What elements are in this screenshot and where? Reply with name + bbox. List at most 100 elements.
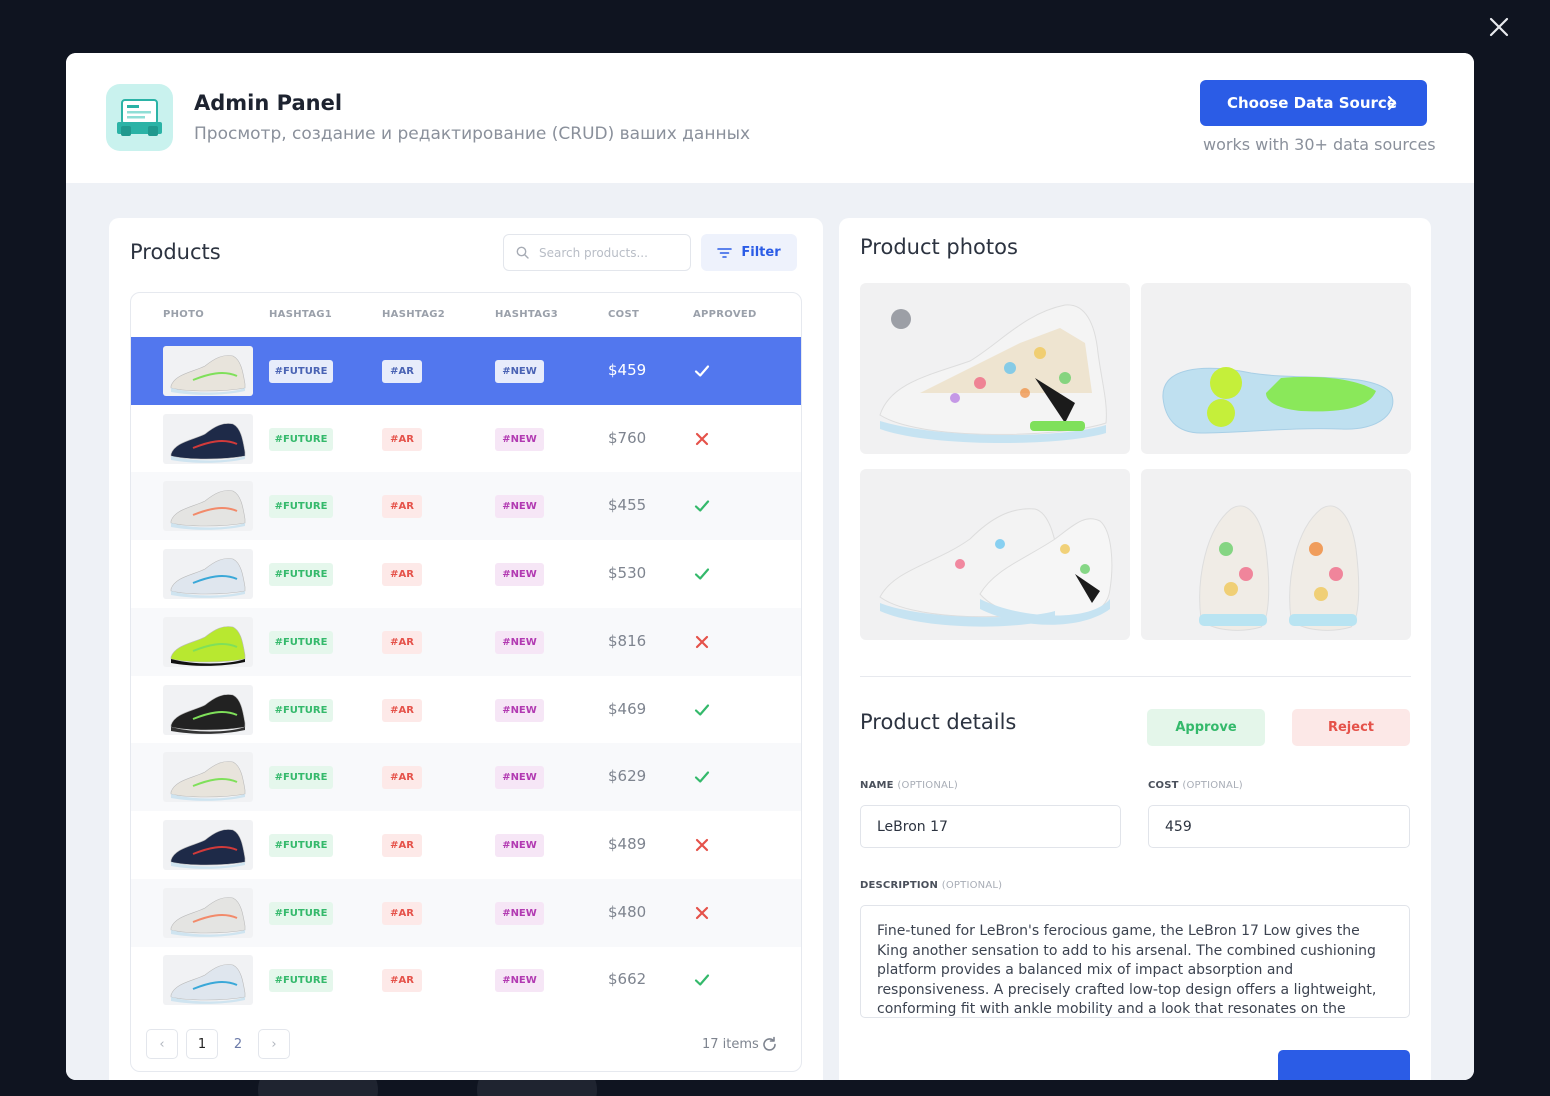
- product-thumbnail[interactable]: [163, 481, 253, 532]
- product-thumbnail[interactable]: [163, 346, 253, 396]
- product-photos-card: Product photos Product details Approve R…: [839, 218, 1431, 1080]
- filter-button[interactable]: Filter: [701, 234, 797, 271]
- description-textarea[interactable]: Fine-tuned for LeBron's ferocious game, …: [860, 905, 1410, 1018]
- product-thumbnail[interactable]: [163, 413, 253, 464]
- products-title: Products: [130, 240, 221, 264]
- search-box[interactable]: [503, 234, 691, 271]
- products-card: Products Filter PHOTO HASHTAG1 HASHTAG2 …: [109, 218, 823, 1080]
- column-header-photo[interactable]: PHOTO: [163, 309, 204, 320]
- admin-panel-modal: Admin Panel Просмотр, создание и редакти…: [66, 53, 1474, 1080]
- cost-cell: $455: [608, 496, 647, 515]
- save-button[interactable]: [1278, 1050, 1410, 1080]
- cost-field-label: COST (OPTIONAL): [1148, 780, 1243, 791]
- data-source-note: works with 30+ data sources: [1203, 135, 1436, 154]
- prev-page-button[interactable]: ‹: [146, 1029, 178, 1059]
- check-icon: [693, 362, 711, 380]
- page-1-button[interactable]: 1: [186, 1029, 218, 1059]
- cross-icon: [693, 836, 711, 854]
- hashtag2-badge: #AR: [382, 495, 422, 519]
- product-photo-sole[interactable]: [1141, 283, 1411, 454]
- modal-header: Admin Panel Просмотр, создание и редакти…: [66, 53, 1474, 183]
- product-thumbnail[interactable]: [163, 616, 253, 667]
- hashtag3-badge: #NEW: [495, 833, 544, 857]
- cross-icon: [693, 904, 711, 922]
- refresh-icon[interactable]: [761, 1036, 778, 1053]
- optional-hint: (OPTIONAL): [1182, 780, 1243, 791]
- product-photo-pair[interactable]: [860, 469, 1130, 640]
- close-icon[interactable]: [1486, 14, 1512, 40]
- product-photo-back[interactable]: [1141, 469, 1411, 640]
- hashtag3-badge: #NEW: [495, 427, 544, 451]
- admin-panel-app-icon: [106, 84, 173, 151]
- check-icon: [693, 768, 711, 786]
- product-thumbnail[interactable]: [163, 887, 253, 938]
- product-thumbnail[interactable]: [163, 955, 253, 1006]
- table-row[interactable]: #FUTURE #AR #NEW $816: [131, 607, 801, 676]
- name-input[interactable]: [860, 805, 1121, 848]
- column-header-cost[interactable]: COST: [608, 309, 639, 320]
- table-row[interactable]: #FUTURE #AR #NEW $489: [131, 811, 801, 879]
- hashtag3-badge: #NEW: [495, 969, 544, 993]
- filter-icon: [717, 247, 733, 258]
- choose-data-source-label: Choose Data Source: [1227, 94, 1397, 112]
- check-icon: [693, 565, 711, 583]
- approve-button[interactable]: Approve: [1147, 709, 1265, 746]
- description-field-label: DESCRIPTION (OPTIONAL): [860, 880, 1002, 891]
- items-count: 17 items: [702, 1037, 759, 1052]
- hashtag2-badge: #AR: [382, 563, 422, 587]
- reject-button[interactable]: Reject: [1292, 709, 1410, 746]
- check-icon: [693, 497, 711, 515]
- column-header-hashtag1[interactable]: HASHTAG1: [269, 309, 332, 320]
- table-row[interactable]: #FUTURE #AR #NEW $760: [131, 405, 801, 473]
- pagination: ‹ 1 2 ›: [146, 1029, 290, 1059]
- hashtag3-badge: #NEW: [495, 630, 544, 654]
- product-thumbnail[interactable]: [163, 549, 253, 600]
- cost-cell: $816: [608, 631, 647, 650]
- product-thumbnail[interactable]: [163, 752, 253, 803]
- name-field-label: NAME (OPTIONAL): [860, 780, 958, 791]
- hashtag1-badge: #FUTURE: [269, 969, 333, 993]
- app-subtitle: Просмотр, создание и редактирование (CRU…: [194, 124, 751, 144]
- description-label-text: DESCRIPTION: [860, 880, 939, 891]
- products-table: PHOTO HASHTAG1 HASHTAG2 HASHTAG3 COST AP…: [130, 292, 802, 1072]
- section-divider: [860, 676, 1411, 677]
- column-header-approved[interactable]: APPROVED: [693, 309, 757, 320]
- table-row[interactable]: #FUTURE #AR #NEW $530: [131, 540, 801, 608]
- table-row[interactable]: #FUTURE #AR #NEW $459: [131, 337, 801, 405]
- hashtag2-badge: #AR: [382, 969, 422, 993]
- hashtag2-badge: #AR: [382, 630, 422, 654]
- page-2-button[interactable]: 2: [226, 1029, 250, 1059]
- table-row[interactable]: #FUTURE #AR #NEW $662: [131, 946, 801, 1014]
- hashtag1-badge: #FUTURE: [269, 495, 333, 519]
- table-row[interactable]: #FUTURE #AR #NEW $480: [131, 878, 801, 947]
- hashtag1-badge: #FUTURE: [269, 901, 333, 925]
- product-photos-title: Product photos: [860, 235, 1018, 259]
- optional-hint: (OPTIONAL): [897, 780, 958, 791]
- choose-data-source-button[interactable]: Choose Data Source: [1200, 80, 1427, 126]
- hashtag1-badge: #FUTURE: [269, 360, 333, 383]
- hashtag1-badge: #FUTURE: [269, 427, 333, 451]
- cost-input[interactable]: [1148, 805, 1410, 848]
- hashtag2-badge: #AR: [382, 901, 422, 925]
- column-header-hashtag2[interactable]: HASHTAG2: [382, 309, 445, 320]
- table-row[interactable]: #FUTURE #AR #NEW $455: [131, 472, 801, 541]
- search-input[interactable]: [539, 245, 669, 260]
- hashtag1-badge: #FUTURE: [269, 833, 333, 857]
- hashtag3-badge: #NEW: [495, 901, 544, 925]
- modal-body: Products Filter PHOTO HASHTAG1 HASHTAG2 …: [66, 183, 1474, 1080]
- product-thumbnail[interactable]: [163, 684, 253, 735]
- check-icon: [693, 701, 711, 719]
- product-photo-side[interactable]: [860, 283, 1130, 454]
- cross-icon: [693, 430, 711, 448]
- table-row[interactable]: #FUTURE #AR #NEW $629: [131, 743, 801, 812]
- cost-label-text: COST: [1148, 780, 1179, 791]
- table-header: PHOTO HASHTAG1 HASHTAG2 HASHTAG3 COST AP…: [131, 293, 801, 337]
- product-thumbnail[interactable]: [163, 819, 253, 870]
- table-row[interactable]: #FUTURE #AR #NEW $469: [131, 676, 801, 744]
- cost-cell: $480: [608, 902, 647, 921]
- next-page-button[interactable]: ›: [258, 1029, 290, 1059]
- hashtag2-badge: #AR: [382, 698, 422, 722]
- app-title: Admin Panel: [194, 91, 343, 115]
- column-header-hashtag3[interactable]: HASHTAG3: [495, 309, 558, 320]
- cost-cell: $459: [608, 361, 647, 379]
